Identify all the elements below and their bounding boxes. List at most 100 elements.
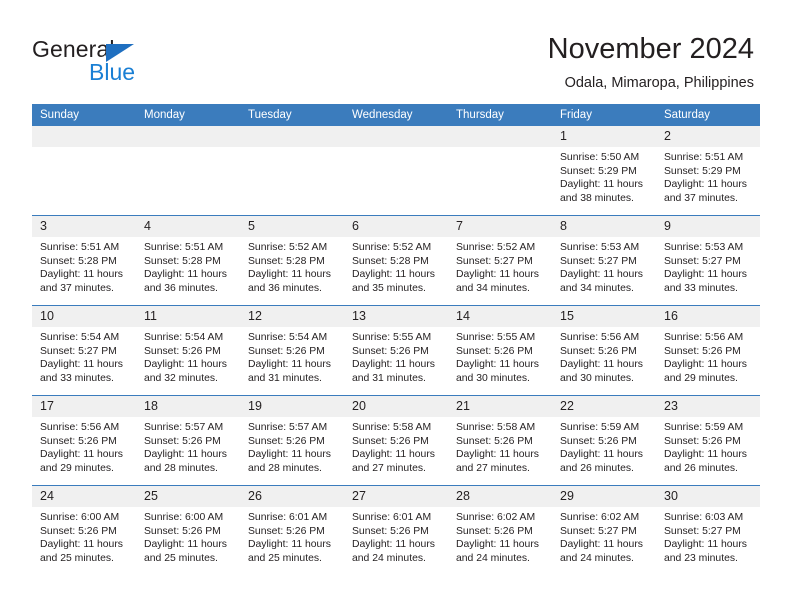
- day-detail-line: and 32 minutes.: [144, 372, 218, 384]
- calendar-day-cell[interactable]: 14 Sunrise: 5:55 AM Sunset: 5:26 PM Dayligh…: [448, 306, 552, 395]
- calendar-day-cell[interactable]: 22 Sunrise: 5:59 AM Sunset: 5:26 PM Dayligh…: [552, 396, 656, 485]
- calendar-day-cell[interactable]: 17 Sunrise: 5:56 AM Sunset: 5:26 PM Dayligh…: [32, 396, 136, 485]
- calendar-day-cell-empty: [344, 126, 448, 215]
- day-details: Sunrise: 6:00 AM Sunset: 5:26 PM Daylight:…: [32, 507, 136, 565]
- calendar-day-cell[interactable]: 7 Sunrise: 5:52 AM Sunset: 5:27 PM Daylight…: [448, 216, 552, 305]
- day-number-band: 14: [448, 306, 552, 327]
- day-number: 7: [456, 219, 463, 233]
- day-number-band: 25: [136, 486, 240, 507]
- calendar-week-row: 17 Sunrise: 5:56 AM Sunset: 5:26 PM Dayligh…: [32, 395, 760, 485]
- day-detail-line: Sunrise: 6:00 AM: [40, 512, 120, 523]
- general-blue-logo[interactable]: General Blue: [32, 36, 202, 85]
- calendar-day-cell[interactable]: 27 Sunrise: 6:01 AM Sunset: 5:26 PM Dayligh…: [344, 486, 448, 575]
- day-details: Sunrise: 5:52 AM Sunset: 5:28 PM Daylight:…: [344, 237, 448, 295]
- day-detail-line: Daylight: 11 hours: [144, 359, 227, 371]
- day-detail-line: Sunrise: 5:52 AM: [456, 242, 536, 253]
- calendar-day-cell[interactable]: 4 Sunrise: 5:51 AM Sunset: 5:28 PM Daylight…: [136, 216, 240, 305]
- day-detail-line: Sunrise: 5:51 AM: [144, 242, 224, 253]
- day-detail-line: Daylight: 11 hours: [664, 449, 747, 461]
- day-details: Sunrise: 5:51 AM Sunset: 5:28 PM Daylight:…: [136, 237, 240, 295]
- calendar-day-cell[interactable]: 8 Sunrise: 5:53 AM Sunset: 5:27 PM Daylight…: [552, 216, 656, 305]
- day-number: 17: [40, 399, 54, 413]
- day-detail-line: and 31 minutes.: [248, 372, 322, 384]
- day-detail-line: Daylight: 11 hours: [144, 269, 227, 281]
- calendar-day-cell[interactable]: 23 Sunrise: 5:59 AM Sunset: 5:26 PM Dayligh…: [656, 396, 760, 485]
- calendar-day-cell[interactable]: 29 Sunrise: 6:02 AM Sunset: 5:27 PM Dayligh…: [552, 486, 656, 575]
- calendar-page: General Blue November 2024 Odala, Mimaro…: [0, 0, 792, 612]
- day-detail-line: and 31 minutes.: [352, 372, 426, 384]
- day-details: Sunrise: 5:59 AM Sunset: 5:26 PM Daylight:…: [656, 417, 760, 475]
- calendar-day-cell[interactable]: 25 Sunrise: 6:00 AM Sunset: 5:26 PM Dayligh…: [136, 486, 240, 575]
- calendar-day-cell[interactable]: 18 Sunrise: 5:57 AM Sunset: 5:26 PM Dayligh…: [136, 396, 240, 485]
- day-detail-line: and 24 minutes.: [560, 552, 634, 564]
- day-number-band: 17: [32, 396, 136, 417]
- day-number-band: [448, 126, 552, 147]
- day-number: 14: [456, 309, 470, 323]
- calendar-day-cell[interactable]: 30 Sunrise: 6:03 AM Sunset: 5:27 PM Dayligh…: [656, 486, 760, 575]
- calendar-day-cell[interactable]: 10 Sunrise: 5:54 AM Sunset: 5:27 PM Dayligh…: [32, 306, 136, 395]
- day-number: 4: [144, 219, 151, 233]
- day-number-band: 18: [136, 396, 240, 417]
- day-number: 1: [560, 129, 567, 143]
- calendar-day-cell[interactable]: 2 Sunrise: 5:51 AM Sunset: 5:29 PM Daylight…: [656, 126, 760, 215]
- calendar-day-cell[interactable]: 12 Sunrise: 5:54 AM Sunset: 5:26 PM Dayligh…: [240, 306, 344, 395]
- day-details: Sunrise: 5:59 AM Sunset: 5:26 PM Daylight:…: [552, 417, 656, 475]
- calendar-day-cell[interactable]: 24 Sunrise: 6:00 AM Sunset: 5:26 PM Dayligh…: [32, 486, 136, 575]
- day-details: Sunrise: 5:50 AM Sunset: 5:29 PM Daylight:…: [552, 147, 656, 205]
- day-details: Sunrise: 5:54 AM Sunset: 5:26 PM Daylight:…: [136, 327, 240, 385]
- day-detail-line: Sunrise: 5:51 AM: [664, 152, 744, 163]
- day-detail-line: Sunset: 5:26 PM: [144, 345, 221, 357]
- day-detail-line: Sunrise: 6:01 AM: [352, 512, 432, 523]
- day-number-band: 8: [552, 216, 656, 237]
- day-detail-line: Daylight: 11 hours: [560, 539, 643, 551]
- day-detail-line: and 36 minutes.: [144, 282, 218, 294]
- calendar-day-cell[interactable]: 1 Sunrise: 5:50 AM Sunset: 5:29 PM Daylight…: [552, 126, 656, 215]
- calendar-day-cell[interactable]: 16 Sunrise: 5:56 AM Sunset: 5:26 PM Dayligh…: [656, 306, 760, 395]
- calendar-day-cell[interactable]: 21 Sunrise: 5:58 AM Sunset: 5:26 PM Dayligh…: [448, 396, 552, 485]
- day-details: Sunrise: 6:01 AM Sunset: 5:26 PM Daylight:…: [344, 507, 448, 565]
- calendar-day-cell[interactable]: 13 Sunrise: 5:55 AM Sunset: 5:26 PM Dayligh…: [344, 306, 448, 395]
- day-details: Sunrise: 5:54 AM Sunset: 5:27 PM Daylight:…: [32, 327, 136, 385]
- weekday-header-row: Sunday Monday Tuesday Wednesday Thursday Frid…: [32, 104, 760, 126]
- day-detail-line: Sunrise: 5:55 AM: [456, 332, 536, 343]
- day-details: Sunrise: 5:51 AM Sunset: 5:29 PM Daylight:…: [656, 147, 760, 205]
- calendar-week-row: 10 Sunrise: 5:54 AM Sunset: 5:27 PM Dayligh…: [32, 305, 760, 395]
- day-detail-line: Sunset: 5:26 PM: [248, 345, 325, 357]
- day-number-band: 7: [448, 216, 552, 237]
- weekday-header-friday: Friday: [560, 109, 592, 121]
- day-number: 28: [456, 489, 470, 503]
- day-detail-line: Sunset: 5:26 PM: [664, 345, 741, 357]
- calendar-day-cell[interactable]: 9 Sunrise: 5:53 AM Sunset: 5:27 PM Daylight…: [656, 216, 760, 305]
- day-detail-line: Daylight: 11 hours: [144, 449, 227, 461]
- day-number: 19: [248, 399, 262, 413]
- day-number-band: 26: [240, 486, 344, 507]
- day-detail-line: Sunrise: 5:54 AM: [144, 332, 224, 343]
- page-subtitle: Odala, Mimaropa, Philippines: [564, 75, 754, 91]
- day-number: 22: [560, 399, 574, 413]
- calendar-day-cell[interactable]: 26 Sunrise: 6:01 AM Sunset: 5:26 PM Dayligh…: [240, 486, 344, 575]
- day-detail-line: Sunset: 5:28 PM: [352, 255, 429, 267]
- day-detail-line: Daylight: 11 hours: [560, 179, 643, 191]
- day-number-band: 28: [448, 486, 552, 507]
- day-number-band: 15: [552, 306, 656, 327]
- day-number-band: 11: [136, 306, 240, 327]
- day-number: 13: [352, 309, 366, 323]
- title-block: November 2024 Odala, Mimaropa, Philippin…: [548, 32, 754, 93]
- day-detail-line: Daylight: 11 hours: [560, 449, 643, 461]
- calendar-day-cell[interactable]: 5 Sunrise: 5:52 AM Sunset: 5:28 PM Daylight…: [240, 216, 344, 305]
- day-number: 9: [664, 219, 671, 233]
- calendar-day-cell[interactable]: 11 Sunrise: 5:54 AM Sunset: 5:26 PM Dayligh…: [136, 306, 240, 395]
- day-number: 12: [248, 309, 262, 323]
- calendar-day-cell[interactable]: 3 Sunrise: 5:51 AM Sunset: 5:28 PM Daylight…: [32, 216, 136, 305]
- calendar-day-cell[interactable]: 6 Sunrise: 5:52 AM Sunset: 5:28 PM Daylight…: [344, 216, 448, 305]
- day-details: Sunrise: 5:56 AM Sunset: 5:26 PM Daylight:…: [656, 327, 760, 385]
- day-detail-line: Sunset: 5:27 PM: [560, 255, 637, 267]
- calendar-day-cell[interactable]: 15 Sunrise: 5:56 AM Sunset: 5:26 PM Dayligh…: [552, 306, 656, 395]
- calendar-day-cell[interactable]: 20 Sunrise: 5:58 AM Sunset: 5:26 PM Dayligh…: [344, 396, 448, 485]
- calendar-day-cell[interactable]: 19 Sunrise: 5:57 AM Sunset: 5:26 PM Dayligh…: [240, 396, 344, 485]
- day-detail-line: Sunset: 5:26 PM: [352, 525, 429, 537]
- day-detail-line: Sunset: 5:26 PM: [456, 525, 533, 537]
- day-number-band: 20: [344, 396, 448, 417]
- day-number: 30: [664, 489, 678, 503]
- calendar-day-cell[interactable]: 28 Sunrise: 6:02 AM Sunset: 5:26 PM Dayligh…: [448, 486, 552, 575]
